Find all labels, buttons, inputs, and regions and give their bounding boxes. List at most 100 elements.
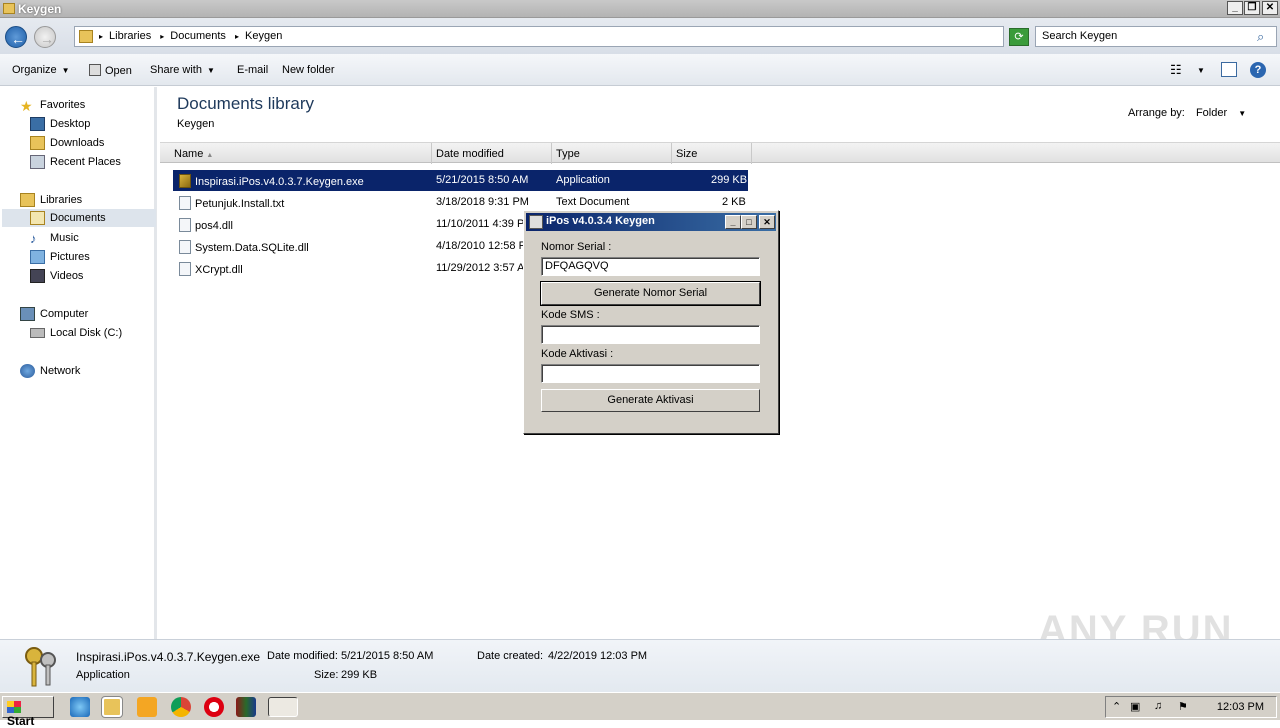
preview-pane-icon[interactable]	[1221, 62, 1237, 77]
serial-field[interactable]: DFQAGQVQ	[541, 257, 760, 276]
computer-icon	[20, 307, 35, 321]
detail-filename: Inspirasi.iPos.v4.0.3.7.Keygen.exe	[76, 650, 261, 664]
nav-network[interactable]: Network	[20, 362, 80, 380]
back-arrow-icon: ←	[11, 31, 25, 47]
keygen-exe-icon	[179, 174, 191, 188]
breadcrumb: ▸ Libraries ▸ Documents ▸ Keygen	[99, 30, 288, 42]
media-player-icon[interactable]	[137, 697, 157, 717]
generate-activation-button[interactable]: Generate Aktivasi	[541, 389, 760, 412]
sms-field[interactable]	[541, 325, 760, 344]
folder-icon	[79, 30, 93, 43]
nav-music[interactable]: ♪ Music	[30, 229, 79, 247]
nav-desktop[interactable]: Desktop	[30, 115, 90, 133]
winrar-icon[interactable]	[236, 697, 256, 717]
library-subtitle: Keygen	[177, 118, 215, 130]
column-type[interactable]: Type	[552, 143, 672, 164]
clock[interactable]: 12:03 PM	[1217, 701, 1264, 713]
open-button[interactable]: Open	[89, 64, 132, 77]
column-date-modified[interactable]: Date modified	[432, 143, 552, 164]
chevron-down-icon: ▼	[61, 66, 70, 75]
chevron-down-icon[interactable]: ▼	[1197, 66, 1205, 75]
nav-local-disk[interactable]: Local Disk (C:)	[30, 324, 122, 342]
maximize-button[interactable]: ❐	[1244, 1, 1260, 15]
back-button[interactable]: ←	[5, 26, 27, 48]
music-icon: ♪	[30, 231, 37, 246]
column-name[interactable]: Name ▲	[170, 143, 432, 164]
chevron-down-icon[interactable]: ▼	[1238, 109, 1246, 118]
address-input[interactable]: ▸Libraries ▸Documents ▸Keygen ▼	[74, 26, 1072, 47]
nav-recent-places[interactable]: Recent Places	[30, 153, 121, 171]
windows-logo-icon	[7, 701, 21, 713]
chevron-right-icon[interactable]: ▸	[160, 32, 164, 41]
forward-button[interactable]: →	[34, 26, 56, 48]
detail-size-label: Size:	[314, 669, 339, 681]
organize-button[interactable]: Organize ▼	[12, 64, 70, 76]
breadcrumb-item[interactable]: Keygen	[245, 30, 282, 42]
title-bar: Keygen _ ❐ ✕	[0, 0, 1280, 18]
breadcrumb-item[interactable]: Documents	[170, 30, 226, 42]
explorer-icon[interactable]	[102, 697, 122, 717]
navigation-pane: ★ Favorites Desktop Downloads Recent Plac…	[0, 87, 157, 639]
chevron-down-icon: ▼	[206, 66, 215, 75]
dialog-title-bar[interactable]: iPos v4.0.3.4 Keygen _ □ ✕	[526, 213, 776, 231]
forward-arrow-icon: →	[40, 31, 54, 47]
close-button[interactable]: ✕	[759, 215, 775, 229]
file-row[interactable]: Inspirasi.iPos.v4.0.3.7.Keygen.exe 5/21/…	[173, 170, 748, 191]
nav-libraries[interactable]: Libraries	[20, 191, 82, 209]
arrange-value[interactable]: Folder	[1196, 107, 1227, 119]
pictures-icon	[30, 250, 45, 264]
new-folder-button[interactable]: New folder	[282, 64, 335, 76]
arrange-label: Arrange by:	[1128, 107, 1185, 119]
minimize-button[interactable]: _	[1227, 1, 1243, 15]
opera-icon[interactable]	[204, 697, 224, 717]
dll-file-icon	[179, 240, 191, 254]
detail-date-modified-label: Date modified:	[267, 650, 338, 662]
keygen-task-button[interactable]	[268, 697, 298, 717]
documents-icon	[30, 211, 45, 225]
chrome-icon[interactable]	[171, 697, 191, 717]
email-button[interactable]: E-mail	[237, 64, 268, 76]
taskbar: Start ⌃ ▣ ♫ ⚑ 12:03 PM	[0, 692, 1280, 728]
search-input[interactable]: Search Keygen ⌕	[1035, 26, 1277, 47]
videos-icon	[30, 269, 45, 283]
keygen-dialog: iPos v4.0.3.4 Keygen _ □ ✕ Nomor Serial …	[523, 210, 779, 434]
close-button[interactable]: ✕	[1262, 1, 1278, 15]
detail-date-created-label: Date created:	[477, 650, 544, 662]
details-pane: Inspirasi.iPos.v4.0.3.7.Keygen.exe Appli…	[0, 639, 1280, 692]
help-icon[interactable]: ?	[1250, 62, 1266, 78]
nav-downloads[interactable]: Downloads	[30, 134, 104, 152]
speaker-icon[interactable]: ♫	[1154, 700, 1162, 712]
dialog-title: iPos v4.0.3.4 Keygen	[546, 215, 655, 227]
libraries-icon	[20, 193, 35, 207]
maximize-button[interactable]: □	[741, 215, 757, 229]
breadcrumb-item[interactable]: Libraries	[109, 30, 151, 42]
network-tray-icon[interactable]: ▣	[1130, 700, 1140, 713]
search-icon[interactable]: ⌕	[1257, 29, 1273, 45]
system-tray: ⌃ ▣ ♫ ⚑ 12:03 PM	[1105, 696, 1277, 718]
generate-serial-button[interactable]: Generate Nomor Serial	[540, 281, 761, 306]
arrange-by[interactable]: Arrange by: Folder ▼	[1128, 107, 1246, 119]
star-icon: ★	[20, 98, 33, 114]
nav-videos[interactable]: Videos	[30, 267, 83, 285]
show-hidden-icons-icon[interactable]: ⌃	[1112, 700, 1121, 713]
nav-pictures[interactable]: Pictures	[30, 248, 90, 266]
detail-type: Application	[76, 669, 130, 681]
refresh-button[interactable]: ⟳	[1009, 28, 1029, 46]
detail-date-created: 4/22/2019 12:03 PM	[548, 650, 648, 662]
command-bar: Organize ▼ Open Share with ▼ E-mail New fo…	[0, 54, 1280, 86]
activation-field[interactable]	[541, 364, 760, 383]
nav-favorites[interactable]: ★ Favorites	[20, 96, 85, 114]
app-icon	[529, 215, 543, 229]
nav-computer[interactable]: Computer	[20, 305, 88, 323]
flag-icon[interactable]: ⚑	[1178, 700, 1188, 713]
ie-icon[interactable]	[70, 697, 90, 717]
serial-label: Nomor Serial :	[541, 241, 612, 253]
minimize-button[interactable]: _	[725, 215, 741, 229]
nav-documents[interactable]: Documents	[2, 209, 156, 227]
chevron-right-icon[interactable]: ▸	[235, 32, 239, 41]
share-with-button[interactable]: Share with ▼	[150, 64, 215, 76]
sort-up-icon: ▲	[206, 152, 214, 159]
column-size[interactable]: Size	[672, 143, 752, 164]
view-options-icon[interactable]: ☷	[1170, 62, 1182, 78]
start-button[interactable]: Start	[2, 696, 54, 728]
